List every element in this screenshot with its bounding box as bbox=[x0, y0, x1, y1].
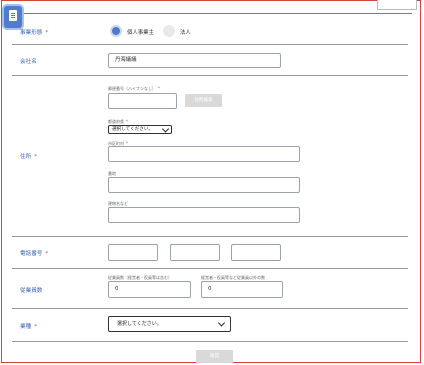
company-name-label: 会社名 bbox=[20, 59, 37, 65]
row-divider bbox=[12, 236, 408, 237]
row-divider bbox=[12, 341, 408, 342]
postal-search-button[interactable]: 住所検索 bbox=[185, 94, 222, 107]
row-divider bbox=[12, 308, 408, 309]
radio-sole-proprietor-label: 個人事業主 bbox=[127, 30, 154, 36]
industry-label: 業種 * bbox=[20, 324, 37, 330]
phone-input-2[interactable] bbox=[170, 244, 220, 261]
prefecture-select[interactable]: 選択してください。 bbox=[108, 124, 172, 134]
chevron-down-icon bbox=[217, 319, 226, 327]
radio-corporation-label: 法人 bbox=[180, 30, 191, 36]
row-divider bbox=[12, 268, 408, 269]
company-name-input[interactable]: 丹海議議 bbox=[108, 53, 281, 68]
employees-excluding-input[interactable]: 0 bbox=[108, 281, 191, 298]
confirm-button[interactable]: 確認 bbox=[196, 350, 233, 363]
header-divider bbox=[12, 13, 412, 14]
employees-including-input[interactable]: 0 bbox=[201, 281, 283, 298]
address-label: 住所 * bbox=[20, 154, 37, 160]
street-input[interactable] bbox=[108, 177, 300, 193]
postal-code-input[interactable] bbox=[108, 93, 177, 109]
postal-code-label: 郵便番号（ハイフンなし） * bbox=[108, 86, 160, 91]
radio-sole-proprietor[interactable] bbox=[110, 25, 122, 37]
top-right-button[interactable] bbox=[377, 0, 417, 10]
employees-label: 従業員数 bbox=[20, 288, 43, 294]
radio-corporation[interactable] bbox=[163, 25, 175, 37]
row-divider bbox=[12, 44, 408, 45]
industry-select[interactable]: 選択してください。 bbox=[108, 316, 231, 332]
chevron-down-icon bbox=[161, 124, 170, 133]
row-divider bbox=[12, 75, 408, 76]
city-input[interactable] bbox=[108, 146, 300, 162]
phone-input-1[interactable] bbox=[108, 244, 158, 261]
building-input[interactable] bbox=[108, 207, 300, 223]
phone-input-3[interactable] bbox=[231, 244, 281, 261]
document-icon[interactable] bbox=[4, 6, 22, 28]
phone-label: 電話番号 * bbox=[20, 251, 49, 257]
business-type-label: 事業形態 * bbox=[20, 30, 49, 36]
